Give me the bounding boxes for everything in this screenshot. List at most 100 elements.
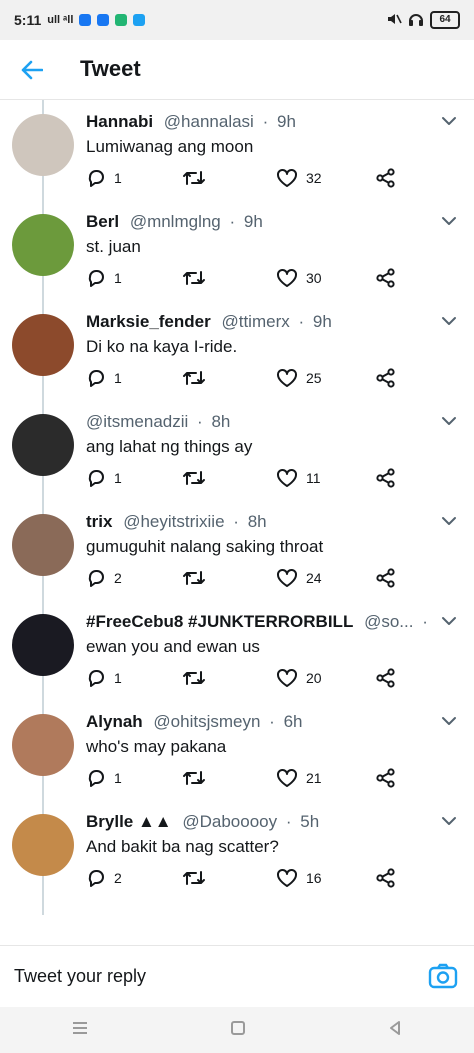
reply-button[interactable]: 1: [86, 768, 122, 788]
user-handle[interactable]: @Dabooooy: [182, 812, 277, 831]
share-button[interactable]: [376, 668, 396, 688]
avatar[interactable]: [12, 814, 74, 876]
display-name[interactable]: Berl: [86, 212, 119, 231]
home-button[interactable]: [230, 1020, 246, 1041]
retweet-icon: [183, 271, 205, 285]
back-button[interactable]: [14, 52, 50, 88]
tweet-text: who's may pakana: [86, 737, 227, 756]
display-name[interactable]: Brylle ▲▲: [86, 812, 172, 831]
tweet-card[interactable]: @itsmenadzii · 8h ang lahat ng things ay…: [0, 400, 474, 500]
tweet-header: Hannabi @hannalasi · 9h: [86, 112, 426, 132]
tweet-card[interactable]: Marksie_fender @ttimerx · 9h Di ko na ka…: [0, 300, 474, 400]
page-title: Tweet: [80, 56, 141, 81]
like-button[interactable]: 25: [276, 368, 322, 388]
tweet-menu-button[interactable]: [440, 314, 458, 328]
camera-button[interactable]: [428, 962, 458, 992]
chevron-down-icon: [442, 217, 456, 225]
separator-dot: ·: [269, 712, 275, 731]
retweet-button[interactable]: [182, 768, 206, 788]
tweet-card[interactable]: trix @heyitstrixiie · 8h gumuguhit nalan…: [0, 500, 474, 600]
like-count: 32: [306, 170, 322, 186]
separator-dot: ·: [298, 312, 305, 331]
user-handle[interactable]: @hannalasi: [164, 112, 254, 131]
share-button[interactable]: [376, 868, 396, 888]
retweet-button[interactable]: [182, 568, 206, 588]
share-button[interactable]: [376, 568, 396, 588]
tweet-menu-button[interactable]: [440, 414, 458, 428]
reply-input[interactable]: Tweet your reply: [14, 966, 146, 987]
chevron-down-icon: [442, 117, 456, 125]
tweet-card[interactable]: Brylle ▲▲ @Dabooooy · 5h And bakit ba na…: [0, 800, 474, 900]
share-button[interactable]: [376, 768, 396, 788]
tweet-card[interactable]: Berl @mnlmglng · 9h st. juan 1 30: [0, 200, 474, 300]
like-button[interactable]: 32: [276, 168, 322, 188]
reply-button[interactable]: 1: [86, 268, 122, 288]
heart-icon: [277, 268, 297, 287]
heart-icon: [277, 368, 297, 387]
user-handle[interactable]: @ohitsjsmeyn: [153, 712, 260, 731]
tweet-header: #FreeCebu8 #JUNKTERRORBILL @so... · 6h: [86, 612, 426, 632]
like-button[interactable]: 20: [276, 668, 322, 688]
retweet-button[interactable]: [182, 368, 206, 388]
tweet-card[interactable]: #FreeCebu8 #JUNKTERRORBILL @so... · 6h e…: [0, 600, 474, 700]
tweet-menu-button[interactable]: [440, 114, 458, 128]
reply-button[interactable]: 2: [86, 868, 122, 888]
avatar[interactable]: [12, 414, 74, 476]
user-handle[interactable]: @mnlmglng: [130, 212, 221, 231]
messenger-notification-icon: [79, 14, 92, 26]
avatar[interactable]: [12, 514, 74, 576]
tweet-time: 8h: [247, 512, 267, 531]
retweet-button[interactable]: [182, 168, 206, 188]
reply-button[interactable]: 2: [86, 568, 122, 588]
reply-icon: [88, 170, 104, 187]
tweet-header: Berl @mnlmglng · 9h: [86, 212, 426, 232]
display-name[interactable]: Marksie_fender: [86, 312, 211, 331]
recent-apps-button[interactable]: [71, 1021, 89, 1040]
reply-button[interactable]: 1: [86, 468, 122, 488]
avatar[interactable]: [12, 114, 74, 176]
retweet-button[interactable]: [182, 268, 206, 288]
retweet-button[interactable]: [182, 668, 206, 688]
nav-back-button[interactable]: [387, 1020, 403, 1041]
user-handle[interactable]: @ttimerx: [221, 312, 289, 331]
tweet-menu-button[interactable]: [440, 214, 458, 228]
chevron-down-icon: [442, 617, 456, 625]
share-icon: [376, 668, 395, 688]
avatar[interactable]: [12, 214, 74, 276]
avatar[interactable]: [12, 614, 74, 676]
share-button[interactable]: [376, 468, 396, 488]
tweet-menu-button[interactable]: [440, 614, 458, 628]
like-count: 16: [306, 870, 322, 886]
like-button[interactable]: 21: [276, 768, 322, 788]
reply-count: 2: [114, 570, 122, 586]
like-button[interactable]: 11: [276, 468, 321, 488]
user-handle[interactable]: @itsmenadzii: [86, 412, 188, 431]
user-handle[interactable]: @so...: [364, 612, 413, 631]
like-button[interactable]: 16: [276, 868, 322, 888]
user-handle[interactable]: @heyitstrixiie: [123, 512, 224, 531]
display-name[interactable]: #FreeCebu8 #JUNKTERRORBILL: [86, 612, 353, 631]
reply-button[interactable]: 1: [86, 368, 122, 388]
reply-composer: Tweet your reply: [0, 945, 474, 1008]
display-name[interactable]: Alynah: [86, 712, 143, 731]
retweet-icon: [183, 471, 205, 485]
tweet-menu-button[interactable]: [440, 514, 458, 528]
avatar[interactable]: [12, 714, 74, 776]
tweet-card[interactable]: Alynah @ohitsjsmeyn · 6h who's may pakan…: [0, 700, 474, 800]
tweet-menu-button[interactable]: [440, 714, 458, 728]
retweet-button[interactable]: [182, 868, 206, 888]
reply-button[interactable]: 1: [86, 668, 122, 688]
retweet-button[interactable]: [182, 468, 206, 488]
like-button[interactable]: 30: [276, 268, 322, 288]
share-button[interactable]: [376, 168, 396, 188]
like-button[interactable]: 24: [276, 568, 322, 588]
retweet-icon: [183, 871, 205, 885]
display-name[interactable]: trix: [86, 512, 112, 531]
tweet-card[interactable]: Hannabi @hannalasi · 9h Lumiwanag ang mo…: [0, 100, 474, 200]
share-button[interactable]: [376, 268, 396, 288]
tweet-menu-button[interactable]: [440, 814, 458, 828]
share-button[interactable]: [376, 368, 396, 388]
display-name[interactable]: Hannabi: [86, 112, 153, 131]
avatar[interactable]: [12, 314, 74, 376]
reply-button[interactable]: 1: [86, 168, 122, 188]
